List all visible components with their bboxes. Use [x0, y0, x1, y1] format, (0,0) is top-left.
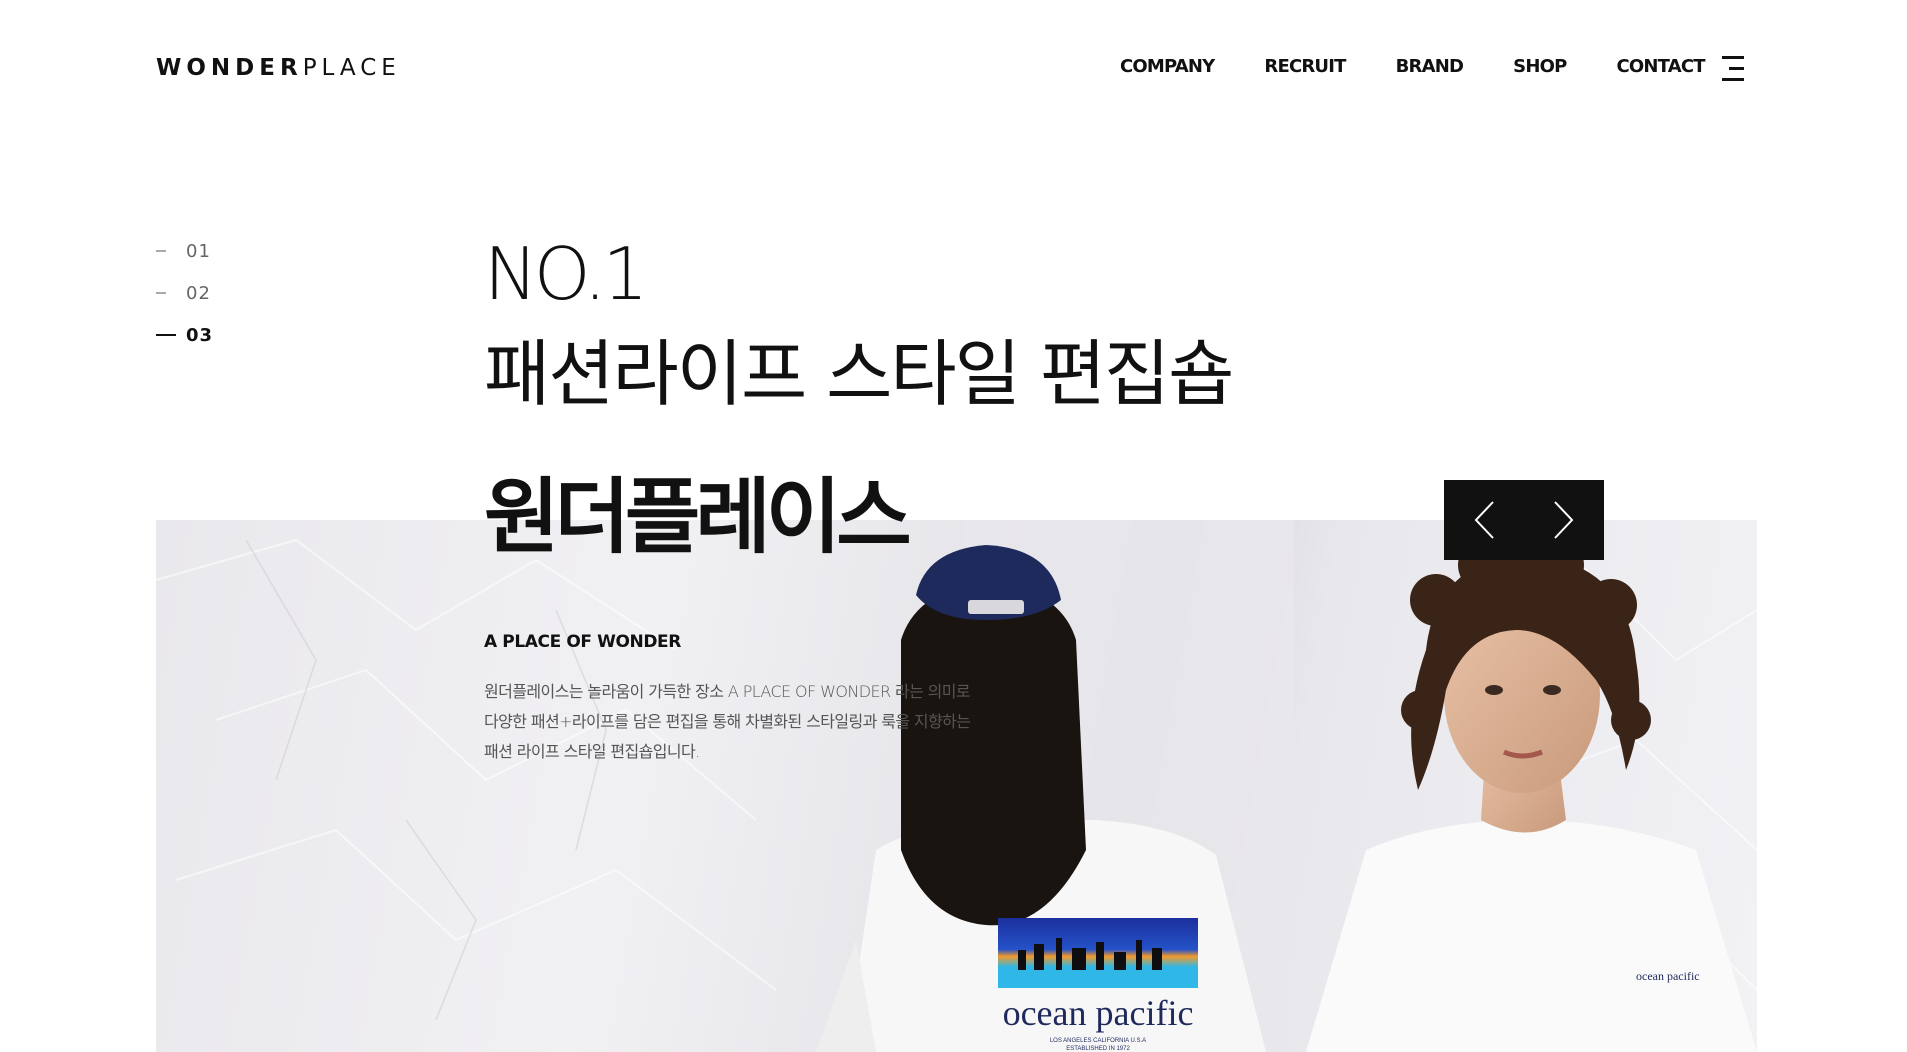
- pager-dash: [156, 250, 166, 252]
- chevron-right-icon: [1554, 501, 1574, 539]
- prev-button[interactable]: [1444, 480, 1524, 560]
- slide-pager: 01 02 03: [156, 230, 213, 356]
- nav-shop[interactable]: SHOP: [1513, 56, 1567, 78]
- hero-image: ocean pacific LOS ANGELES CALIFORNIA U.S…: [156, 520, 1757, 1052]
- nav-recruit[interactable]: RECRUIT: [1264, 56, 1346, 78]
- headline-line-2: 패션라이프 스타일 편집숍: [484, 332, 1234, 416]
- tee-print-text: ocean pacific: [1003, 993, 1194, 1033]
- logo[interactable]: WONDERPLACE: [156, 54, 401, 82]
- pager-item-02[interactable]: 02: [156, 272, 213, 314]
- main-nav: COMPANY RECRUIT BRAND SHOP CONTACT: [1120, 56, 1706, 78]
- pager-number: 02: [186, 282, 211, 304]
- brand-description: 원더플레이스는 놀라움이 가득한 장소 A PLACE OF WONDER 라는…: [484, 682, 971, 761]
- pager-number: 03: [186, 324, 214, 346]
- slider-arrows: [1444, 480, 1604, 560]
- nav-brand[interactable]: BRAND: [1396, 56, 1464, 78]
- pager-item-03[interactable]: 03: [156, 314, 213, 356]
- tee-fine-print-2: ESTABLISHED IN 1972: [1066, 1046, 1130, 1052]
- pager-dash: [156, 334, 176, 336]
- hero-headline: NO.1 패션라이프 스타일 편집숍: [484, 224, 1234, 424]
- tee-small-logo: ocean pacific: [1636, 969, 1700, 983]
- brand-eyebrow: A PLACE OF WONDER: [484, 632, 681, 652]
- pager-item-01[interactable]: 01: [156, 230, 213, 272]
- pager-dash: [156, 292, 166, 294]
- brand-title: 원더플레이스: [484, 470, 912, 565]
- logo-place: PLACE: [302, 55, 401, 81]
- nav-company[interactable]: COMPANY: [1120, 56, 1215, 78]
- chevron-left-icon: [1474, 501, 1494, 539]
- logo-wonder: WONDER: [156, 55, 303, 81]
- page: WONDERPLACE COMPANY RECRUIT BRAND SHOP C…: [0, 0, 1907, 1052]
- next-button[interactable]: [1524, 480, 1604, 560]
- nav-contact[interactable]: CONTACT: [1616, 56, 1705, 78]
- tee-fine-print: LOS ANGELES CALIFORNIA U.S.A: [1050, 1038, 1146, 1044]
- headline-line-1: NO.1: [484, 232, 648, 316]
- hero-photo-illustration: ocean pacific LOS ANGELES CALIFORNIA U.S…: [156, 520, 1757, 1052]
- pager-number: 01: [186, 240, 211, 262]
- hamburger-icon[interactable]: [1722, 56, 1744, 81]
